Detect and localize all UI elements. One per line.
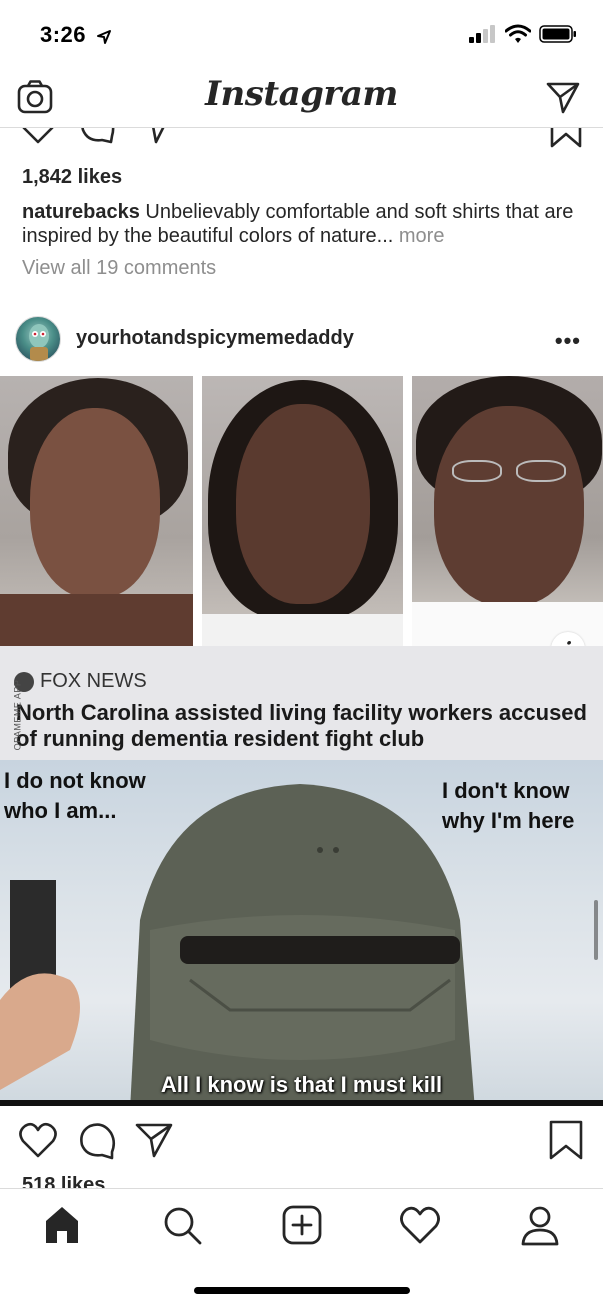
post-header: yourhotandspicymemedaddy ••• xyxy=(0,312,603,364)
heart-icon[interactable] xyxy=(18,1120,58,1160)
news-source-label: FOX NEWS xyxy=(40,670,147,692)
status-time: 3:26 xyxy=(40,22,87,47)
bookmark-icon[interactable] xyxy=(548,128,584,148)
bottom-tab-bar xyxy=(0,1188,603,1304)
post-likes[interactable]: 518 likes xyxy=(22,1174,105,1188)
battery-icon xyxy=(539,25,576,43)
scrollbar[interactable] xyxy=(594,900,598,960)
heart-icon[interactable] xyxy=(20,128,56,146)
direct-send-icon[interactable] xyxy=(545,80,581,116)
news-caption-band: FOX NEWS North Carolina assisted living … xyxy=(0,646,603,760)
wifi-icon xyxy=(505,24,531,43)
bookmark-icon[interactable] xyxy=(546,1120,586,1160)
previous-post-caption: naturebacks Unbelievably comfortable and… xyxy=(22,200,587,248)
home-indicator[interactable] xyxy=(194,1287,410,1294)
meme-panel: I do not know who I am... I don't know w… xyxy=(0,760,603,1104)
meme-text-left: I do not know who I am... xyxy=(4,768,146,823)
mugshot-3 xyxy=(412,376,603,646)
previous-post-actions xyxy=(0,128,603,150)
mugshot-2 xyxy=(202,376,403,646)
add-post-icon[interactable] xyxy=(280,1203,324,1247)
post-image[interactable]: i FOX NEWS North Carolina assisted livin… xyxy=(0,376,603,1104)
status-indicators xyxy=(469,24,577,44)
instagram-logo: Instagram xyxy=(205,74,398,114)
status-bar: 3:26 xyxy=(0,0,603,70)
watermark: OPAMEME APP xyxy=(12,679,23,751)
gun-hand-figure xyxy=(0,880,80,1090)
post-actions xyxy=(0,1120,603,1162)
caption-username[interactable]: naturebacks xyxy=(22,201,140,223)
helmet-figure xyxy=(130,784,475,1104)
location-arrow-icon xyxy=(97,30,111,44)
previous-post-likes[interactable]: 1,842 likes xyxy=(22,166,122,189)
avatar[interactable] xyxy=(15,316,61,362)
meme-text-bottom: All I know is that I must kill xyxy=(160,1072,443,1097)
signal-icon xyxy=(469,25,495,43)
mugshot-row xyxy=(0,376,603,646)
mugshot-1 xyxy=(0,376,193,646)
comment-icon[interactable] xyxy=(78,1120,118,1160)
meme-text-right: I don't know why I'm here xyxy=(442,778,575,833)
news-headline: North Carolina assisted living facility … xyxy=(16,700,587,751)
share-icon[interactable] xyxy=(138,128,174,146)
top-nav: Instagram xyxy=(0,70,603,128)
caption-more-link[interactable]: more xyxy=(399,225,445,247)
news-source: FOX NEWS xyxy=(14,670,147,693)
view-all-comments-link[interactable]: View all 19 comments xyxy=(22,257,216,280)
post-options-button[interactable]: ••• xyxy=(555,328,581,354)
home-icon[interactable] xyxy=(40,1203,84,1247)
profile-icon[interactable] xyxy=(518,1203,562,1247)
avatar-image xyxy=(29,324,49,361)
search-icon[interactable] xyxy=(160,1203,204,1247)
share-icon[interactable] xyxy=(134,1120,174,1160)
image-border xyxy=(0,1100,603,1106)
activity-heart-icon[interactable] xyxy=(398,1203,442,1247)
post-username[interactable]: yourhotandspicymemedaddy xyxy=(76,327,354,350)
comment-icon[interactable] xyxy=(80,128,116,146)
